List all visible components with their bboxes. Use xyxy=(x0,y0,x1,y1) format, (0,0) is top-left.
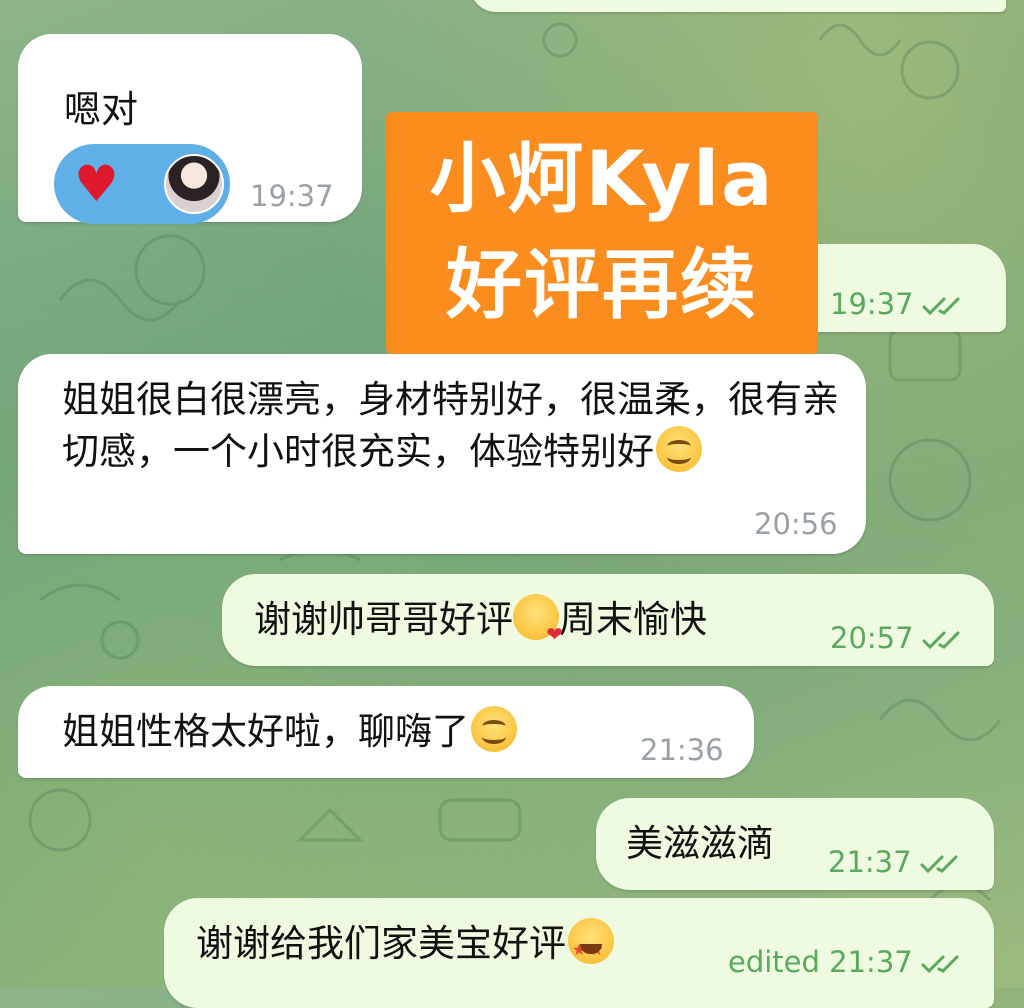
message-text-content: 姐姐性格太好啦，聊嗨了 xyxy=(62,710,469,753)
message-text: 姐姐很白很漂亮，身材特别好，很温柔，很有亲切感，一个小时很充实，体验特别好 xyxy=(62,374,842,478)
message-text-part: 周末愉快 xyxy=(559,598,707,641)
message-bubble-outgoing[interactable]: 美滋滋滴 21:37 xyxy=(596,798,994,890)
heart-reaction-icon[interactable]: ♥ xyxy=(74,156,119,212)
double-check-icon xyxy=(922,631,960,650)
reaction-bar[interactable]: ♥ xyxy=(54,144,230,224)
message-time: 19:37 xyxy=(830,288,966,320)
message-text: 谢谢帅哥哥好评 周末愉快 xyxy=(254,594,707,646)
message-text: 嗯对 xyxy=(64,88,138,131)
message-bubble-incoming[interactable]: 姐姐很白很漂亮，身材特别好，很温柔，很有亲切感，一个小时很充实，体验特别好 20… xyxy=(18,354,866,554)
message-bubble-incoming[interactable]: 嗯对 ♥ 19:37 xyxy=(18,34,362,224)
message-text: 姐姐性格太好啦，聊嗨了 xyxy=(62,706,517,758)
message-bubble-incoming[interactable]: 姐姐性格太好啦，聊嗨了 21:36 xyxy=(18,686,754,778)
message-time: 19:37 xyxy=(250,179,334,213)
star-struck-face-icon xyxy=(568,918,614,976)
overlay-line-1: 小炣Kyla xyxy=(429,134,775,223)
double-check-icon xyxy=(921,955,959,974)
message-text-part: 谢谢帅哥哥好评 xyxy=(254,598,513,641)
message-time: 21:37 xyxy=(828,846,964,878)
smiling-face-icon xyxy=(656,426,702,472)
message-bubble-outgoing[interactable]: 谢谢帅哥哥好评 周末愉快 20:57 xyxy=(222,574,994,666)
message-time-text: 21:37 xyxy=(829,945,913,979)
message-bubble-outgoing-partial[interactable] xyxy=(470,0,1006,12)
double-check-icon xyxy=(922,297,960,316)
double-check-icon xyxy=(920,855,958,874)
reactor-avatar[interactable] xyxy=(164,154,224,214)
message-time: edited 21:37 xyxy=(728,946,965,978)
message-time-text: 21:37 xyxy=(828,845,912,879)
message-text: 谢谢给我们家美宝好评 xyxy=(196,918,614,976)
message-time-text: 20:57 xyxy=(830,621,914,655)
overlay-line-2: 好评再续 xyxy=(446,240,758,329)
message-bubble-outgoing[interactable]: 谢谢给我们家美宝好评 edited 21:37 xyxy=(164,898,994,1008)
message-text: 美滋滋滴 xyxy=(626,822,774,865)
edited-label: edited xyxy=(728,945,820,979)
smiling-face-icon xyxy=(471,706,517,752)
promo-overlay-caption: 小炣Kyla 好评再续 xyxy=(386,112,818,354)
kissing-face-icon xyxy=(513,594,563,644)
message-time: 20:56 xyxy=(754,507,838,541)
message-time: 20:57 xyxy=(830,622,966,654)
message-time-text: 19:37 xyxy=(830,287,914,321)
message-text-content: 姐姐很白很漂亮，身材特别好，很温柔，很有亲切感，一个小时很充实，体验特别好 xyxy=(62,378,839,473)
message-text-content: 谢谢给我们家美宝好评 xyxy=(196,922,566,965)
message-time: 21:36 xyxy=(640,733,724,767)
